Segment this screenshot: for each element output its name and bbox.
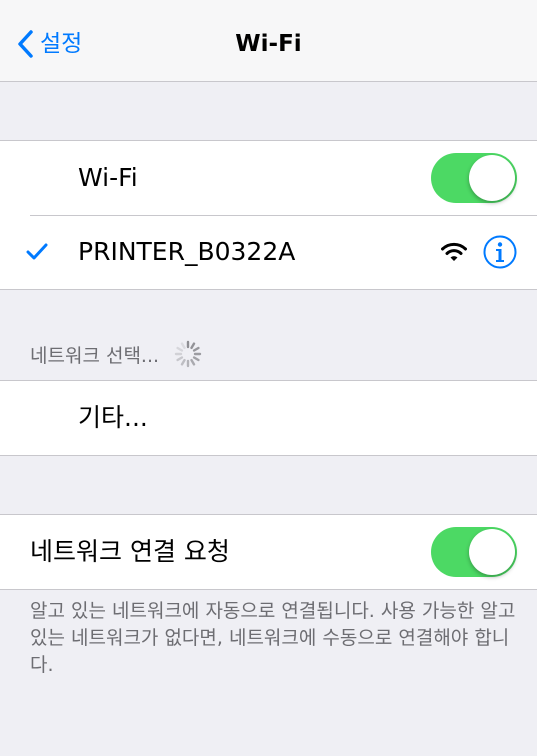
network-name: PRINTER_B0322A (78, 237, 296, 266)
ask-to-join-label: 네트워크 연결 요청 (30, 537, 230, 566)
wifi-toggle-row: Wi-Fi (0, 141, 537, 215)
wifi-settings-screen: 설정 Wi-Fi Wi-Fi PRINTER_B0322A 네트워크 선택...… (0, 0, 537, 756)
checkmark-icon (26, 243, 48, 260)
toggle-knob (469, 529, 515, 575)
spinner-icon (174, 340, 202, 368)
other-network-group: 기타... (0, 380, 537, 456)
page-title: Wi-Fi (235, 31, 302, 57)
ask-to-join-toggle[interactable] (431, 527, 517, 577)
ask-to-join-description: 알고 있는 네트워크에 자동으로 연결됩니다. 사용 가능한 알고 있는 네트워… (30, 600, 516, 676)
wifi-group: Wi-Fi PRINTER_B0322A (0, 140, 537, 290)
navigation-bar: 설정 Wi-Fi (0, 0, 537, 82)
other-network-row[interactable]: 기타... (0, 381, 537, 455)
connected-network-row[interactable]: PRINTER_B0322A (0, 215, 537, 289)
wifi-toggle[interactable] (431, 153, 517, 203)
ask-to-join-group: 네트워크 연결 요청 (0, 514, 537, 590)
choose-network-header: 네트워크 선택... (30, 338, 203, 370)
wifi-icon (441, 242, 467, 261)
info-icon[interactable] (483, 235, 517, 269)
ask-to-join-row: 네트워크 연결 요청 (0, 515, 537, 589)
other-network-label: 기타... (78, 403, 148, 432)
wifi-label: Wi-Fi (78, 163, 138, 192)
choose-network-label: 네트워크 선택... (30, 344, 160, 367)
toggle-knob (469, 155, 515, 201)
